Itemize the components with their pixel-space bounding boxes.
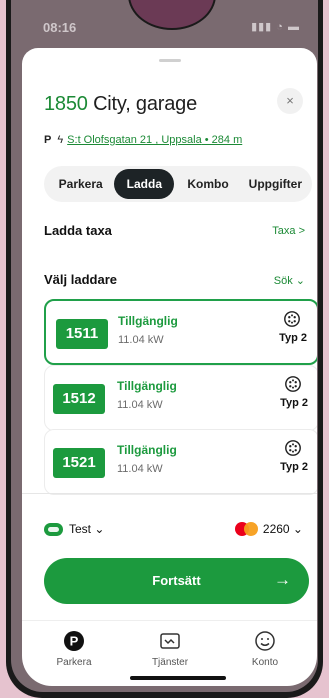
status-bar: 08:16 ▮▮▮ ◔ ▬ <box>11 18 318 38</box>
screen-background: 08:16 ▮▮▮ ◔ ▬ 1850 City, garage × Pϟ S:t … <box>11 0 318 692</box>
nav-item-konto[interactable]: Konto <box>225 629 305 668</box>
type2-plug-icon <box>285 376 301 392</box>
charger-type: Typ 2 <box>280 461 308 473</box>
parking-icon: P <box>44 134 52 146</box>
nav-label: Parkera <box>56 657 92 668</box>
address-row: Pϟ S:t Olofsgatan 21 , Uppsala • 284 m <box>44 134 242 146</box>
charger-card[interactable]: 1521 Tillgänglig 11.04 kW Typ 2 <box>44 429 317 495</box>
charger-status: Tillgänglig <box>117 379 177 393</box>
address-text: S:t Olofsgatan 21 , Uppsala <box>67 134 202 146</box>
close-button[interactable]: × <box>277 88 303 114</box>
charger-power: 11.04 kW <box>117 399 163 411</box>
divider <box>22 493 317 494</box>
type2-plug-icon <box>284 311 300 327</box>
charger-id: 1511 <box>56 319 108 349</box>
type2-plug-icon <box>285 440 301 456</box>
charger-power: 11.04 kW <box>117 463 163 475</box>
services-icon <box>160 633 180 649</box>
card-label: 2260 ⌄ <box>262 522 303 536</box>
nav-item-parkera[interactable]: P Parkera <box>34 629 114 668</box>
nav-item-tjanster[interactable]: Tjänster <box>130 629 210 668</box>
nav-label: Konto <box>251 657 279 668</box>
charger-type: Typ 2 <box>280 397 308 409</box>
parking-icon: P <box>64 631 84 651</box>
valj-laddare-label: Välj laddare <box>44 272 117 287</box>
tab-ladda[interactable]: Ladda <box>114 169 175 199</box>
tab-kombo[interactable]: Kombo <box>174 169 241 199</box>
account-label: Test ⌄ <box>69 522 105 536</box>
nav-label: Tjänster <box>151 657 189 668</box>
svg-text:P: P <box>70 634 79 649</box>
mode-tabs: Parkera Ladda Kombo Uppgifter <box>44 166 312 202</box>
tab-parkera[interactable]: Parkera <box>47 169 114 199</box>
status-icons: ▮▮▮ ◔ ▬ <box>251 21 300 33</box>
continue-label: Fortsätt <box>152 573 201 588</box>
charger-status: Tillgänglig <box>117 443 177 457</box>
wallet-icon <box>44 522 63 536</box>
charger-id: 1512 <box>53 384 105 414</box>
sok-link[interactable]: Sök ⌄ <box>274 274 305 287</box>
home-indicator <box>130 676 226 680</box>
address-link[interactable]: S:t Olofsgatan 21 , Uppsala • 284 m <box>67 134 242 146</box>
sheet-handle[interactable] <box>159 59 181 62</box>
charger-id: 1521 <box>53 448 105 478</box>
charger-status: Tillgänglig <box>118 314 178 328</box>
charger-power: 11.04 kW <box>118 334 164 346</box>
location-sheet: 1850 City, garage × Pϟ S:t Olofsgatan 21 … <box>22 48 317 686</box>
garage-number: 1850 <box>44 93 88 115</box>
page-title: 1850 City, garage <box>44 93 197 116</box>
account-icon <box>255 631 275 651</box>
card-selector[interactable]: 2260 ⌄ <box>234 522 303 536</box>
continue-button[interactable]: Fortsätt → <box>44 558 309 604</box>
phone-frame: 08:16 ▮▮▮ ◔ ▬ 1850 City, garage × Pϟ S:t … <box>6 0 323 698</box>
bolt-icon: ϟ <box>57 134 64 146</box>
account-selector[interactable]: Test ⌄ <box>44 522 104 536</box>
garage-name: City, garage <box>93 93 198 115</box>
status-time: 08:16 <box>43 20 77 35</box>
arrow-right-icon: → <box>274 570 291 589</box>
ladda-taxa-label: Ladda taxa <box>44 223 112 238</box>
charger-card[interactable]: 1511 Tillgänglig 11.04 kW Typ 2 <box>44 299 317 365</box>
mastercard-icon <box>234 522 259 536</box>
tab-uppgifter[interactable]: Uppgifter <box>242 169 309 199</box>
address-distance: • 284 m <box>201 134 243 146</box>
charger-type: Typ 2 <box>279 332 307 344</box>
taxa-link[interactable]: Taxa > <box>272 225 305 237</box>
charger-card[interactable]: 1512 Tillgänglig 11.04 kW Typ 2 <box>44 365 317 431</box>
